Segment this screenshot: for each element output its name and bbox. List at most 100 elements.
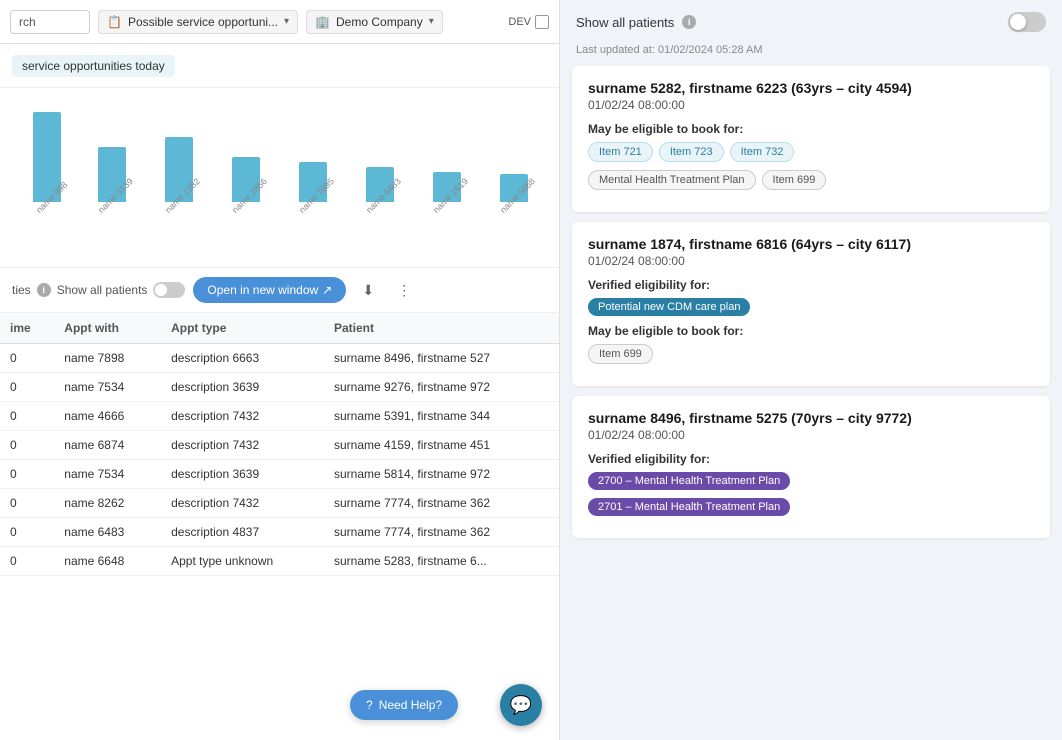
show-all-patients-container: Show all patients i xyxy=(576,15,696,30)
tags-3: 2700 – Mental Health Treatment Plan xyxy=(588,472,1034,490)
tags-1: Item 721 Item 723 Item 732 xyxy=(588,142,1034,162)
table-cell: Appt type unknown xyxy=(161,547,324,576)
table-cell: name 4666 xyxy=(54,402,161,431)
table-row[interactable]: 0name 7898description 6663surname 8496, … xyxy=(0,344,559,373)
toggle-knob-lg xyxy=(1010,14,1026,30)
chart-bars: name 898name 5139name 1382name 2856name … xyxy=(10,98,549,218)
table-cell: 0 xyxy=(0,431,54,460)
table-controls: ties i Show all patients Open in new win… xyxy=(0,268,559,313)
patient-name-3: surname 8496, firstname 5275 (70yrs – ci… xyxy=(588,410,1034,426)
table-cell: surname 7774, firstname 362 xyxy=(324,489,559,518)
table-cell: surname 5814, firstname 972 xyxy=(324,460,559,489)
table-cell: description 3639 xyxy=(161,460,324,489)
patient-card-3: surname 8496, firstname 5275 (70yrs – ci… xyxy=(572,396,1050,538)
table-cell: 0 xyxy=(0,344,54,373)
open-new-window-button[interactable]: Open in new window ↗ xyxy=(193,277,346,303)
show-all-toggle[interactable] xyxy=(153,282,185,298)
table-cell: description 7432 xyxy=(161,402,324,431)
search-text: rch xyxy=(19,15,36,29)
table-cell: description 4837 xyxy=(161,518,324,547)
tag-item732[interactable]: Item 732 xyxy=(730,142,795,162)
bar-group: name 6483 xyxy=(350,167,409,218)
tag-2700[interactable]: 2700 – Mental Health Treatment Plan xyxy=(588,472,790,490)
table-row[interactable]: 0name 8262description 7432surname 7774, … xyxy=(0,489,559,518)
tags-2b: Item 699 xyxy=(588,344,1034,364)
opportunities-header: service opportunities today xyxy=(0,44,559,88)
tag-item699-2[interactable]: Item 699 xyxy=(588,344,653,364)
dev-label: DEV xyxy=(508,16,531,28)
table-cell: name 7898 xyxy=(54,344,161,373)
table-cell: 0 xyxy=(0,373,54,402)
table-header-row: imeAppt withAppt typePatient xyxy=(0,313,559,344)
table-row[interactable]: 0name 4666description 7432surname 5391, … xyxy=(0,402,559,431)
table-header-cell: Appt with xyxy=(54,313,161,344)
tag-item723[interactable]: Item 723 xyxy=(659,142,724,162)
table-cell: surname 9276, firstname 972 xyxy=(324,373,559,402)
bar-group: name 898 xyxy=(20,112,74,218)
table-row[interactable]: 0name 6648Appt type unknownsurname 5283,… xyxy=(0,547,559,576)
patient-name-1: surname 5282, firstname 6223 (63yrs – ci… xyxy=(588,80,1034,96)
question-icon: ? xyxy=(366,698,373,712)
table-cell: surname 5391, firstname 344 xyxy=(324,402,559,431)
table-cell: 0 xyxy=(0,460,54,489)
chat-icon: 💬 xyxy=(510,695,532,716)
need-help-button[interactable]: ? Need Help? xyxy=(350,690,458,720)
patient-card-2: surname 1874, firstname 6816 (64yrs – ci… xyxy=(572,222,1050,386)
right-panel: Show all patients i Last updated at: 01/… xyxy=(560,0,1062,740)
table-cell: name 6874 xyxy=(54,431,161,460)
verified-label-2: Verified eligibility for: xyxy=(588,278,1034,292)
more-options-button[interactable]: ⋮ xyxy=(390,276,418,304)
table-cell: name 8262 xyxy=(54,489,161,518)
table-cell: surname 5283, firstname 6... xyxy=(324,547,559,576)
tags-1b: Mental Health Treatment Plan Item 699 xyxy=(588,170,1034,190)
show-all-patients-label: Show all patients xyxy=(57,283,148,297)
table-cell: description 6663 xyxy=(161,344,324,373)
info-icon: i xyxy=(37,283,51,297)
table-cell: surname 7774, firstname 362 xyxy=(324,518,559,547)
info-icon-right: i xyxy=(682,15,696,29)
tag-cdm-care[interactable]: Potential new CDM care plan xyxy=(588,298,750,316)
verified-label-3: Verified eligibility for: xyxy=(588,452,1034,466)
need-help-label: Need Help? xyxy=(379,698,442,712)
right-header: Show all patients i xyxy=(560,0,1062,44)
table-row[interactable]: 0name 7534description 3639surname 9276, … xyxy=(0,373,559,402)
bar-group: name 5668 xyxy=(484,174,543,218)
breadcrumb-company[interactable]: 🏢 Demo Company ▾ xyxy=(306,10,443,34)
table-row[interactable]: 0name 6874description 7432surname 4159, … xyxy=(0,431,559,460)
search-box[interactable]: rch xyxy=(10,10,90,34)
table-row[interactable]: 0name 7534description 3639surname 5814, … xyxy=(0,460,559,489)
show-all-patients-toggle[interactable] xyxy=(1008,12,1046,32)
table-cell: 0 xyxy=(0,489,54,518)
breadcrumb-reports[interactable]: 📋 Possible service opportuni... ▾ xyxy=(98,10,298,34)
table-cell: description 3639 xyxy=(161,373,324,402)
dev-checkbox[interactable] xyxy=(535,15,549,29)
show-all-patients-text: Show all patients xyxy=(576,15,674,30)
tag-mental-health[interactable]: Mental Health Treatment Plan xyxy=(588,170,756,190)
tag-2701[interactable]: 2701 – Mental Health Treatment Plan xyxy=(588,498,790,516)
table-cell: name 6648 xyxy=(54,547,161,576)
table-cell: 0 xyxy=(0,518,54,547)
bar-group: name 7695 xyxy=(283,162,342,218)
open-new-window-label: Open in new window xyxy=(207,283,318,297)
table-cell: name 7534 xyxy=(54,460,161,489)
table-row[interactable]: 0name 6483description 4837surname 7774, … xyxy=(0,518,559,547)
table-cell: surname 8496, firstname 527 xyxy=(324,344,559,373)
patient-date-1: 01/02/24 08:00:00 xyxy=(588,98,1034,112)
tags-3b: 2701 – Mental Health Treatment Plan xyxy=(588,498,1034,516)
table-header-cell: ime xyxy=(0,313,54,344)
patient-card-1: surname 5282, firstname 6223 (63yrs – ci… xyxy=(572,66,1050,212)
download-button[interactable]: ⬇ xyxy=(354,276,382,304)
tag-item721[interactable]: Item 721 xyxy=(588,142,653,162)
table-cell: 0 xyxy=(0,402,54,431)
bar-group: name 5139 xyxy=(82,147,141,218)
patient-date-2: 01/02/24 08:00:00 xyxy=(588,254,1034,268)
opportunities-label: service opportunities today xyxy=(12,55,175,77)
chart-area: name 898name 5139name 1382name 2856name … xyxy=(0,88,559,268)
table-cell: description 7432 xyxy=(161,431,324,460)
toggle-knob xyxy=(155,284,167,296)
tag-item699-1[interactable]: Item 699 xyxy=(762,170,827,190)
top-bar: rch 📋 Possible service opportuni... ▾ 🏢 … xyxy=(0,0,559,44)
patient-date-3: 01/02/24 08:00:00 xyxy=(588,428,1034,442)
chat-fab-button[interactable]: 💬 xyxy=(500,684,542,726)
table-controls-left: ties i Show all patients xyxy=(12,282,185,298)
